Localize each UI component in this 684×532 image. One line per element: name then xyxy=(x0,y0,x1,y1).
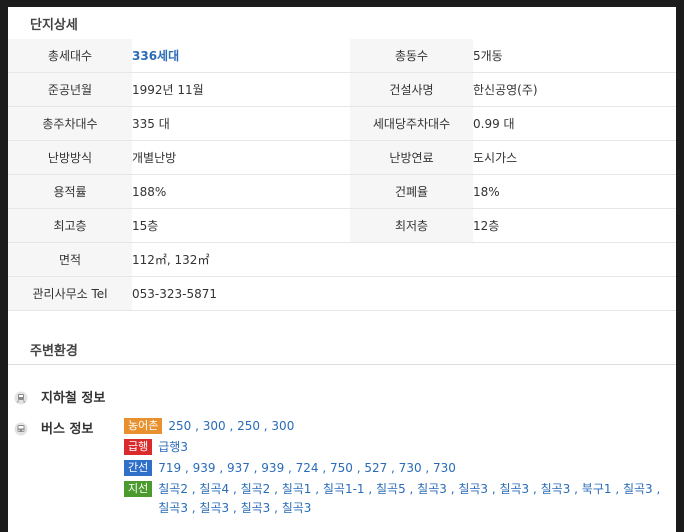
row-value: 112㎡, 132㎡ xyxy=(132,242,676,277)
row-value: 5개동 xyxy=(473,39,676,73)
bus-line-express: 급행 급행3 xyxy=(124,438,188,457)
row-label: 총주차대수 xyxy=(8,106,132,141)
office-phone-value: 053-323-5871 xyxy=(132,276,676,311)
row-label: 최저층 xyxy=(350,208,473,243)
complex-info-panel: 단지상세 총세대수 336세대 총동수 5개동 준공년월 1992년 11월 건… xyxy=(8,7,676,532)
row-value: 한신공영(주) xyxy=(473,72,676,107)
bus-line-rural: 농어촌 250 , 300 , 250 , 300 xyxy=(124,417,294,436)
complex-detail-table: 총세대수 336세대 총동수 5개동 준공년월 1992년 11월 건설사명 한… xyxy=(8,39,676,311)
row-value: 15층 xyxy=(132,208,350,243)
row-value: 188% xyxy=(132,174,350,209)
bus-line-trunk: 간선 719 , 939 , 937 , 939 , 724 , 750 , 5… xyxy=(124,459,456,478)
row-value: 개별난방 xyxy=(132,140,350,175)
subway-icon xyxy=(14,390,28,404)
divider xyxy=(8,364,676,365)
row-value: 도시가스 xyxy=(473,140,676,175)
table-row: 준공년월 1992년 11월 건설사명 한신공영(주) xyxy=(8,72,676,107)
bus-routes[interactable]: 250 , 300 , 250 , 300 xyxy=(168,417,294,436)
subway-info-label: 지하철 정보 xyxy=(41,391,106,406)
total-households-value[interactable]: 336세대 xyxy=(132,39,350,73)
table-row: 최고층 15층 최저층 12층 xyxy=(8,208,676,243)
row-value: 0.99 대 xyxy=(473,106,676,141)
row-label: 준공년월 xyxy=(8,72,132,107)
environment-section-title: 주변환경 xyxy=(30,344,78,359)
table-row: 용적률 188% 건폐율 18% xyxy=(8,174,676,209)
table-row: 관리사무소 Tel 053-323-5871 xyxy=(8,276,676,311)
bus-icon xyxy=(14,421,28,435)
table-row: 면적 112㎡, 132㎡ xyxy=(8,242,676,277)
row-label: 건설사명 xyxy=(350,72,473,107)
row-label: 총동수 xyxy=(350,39,473,73)
subway-info: 지하철 정보 xyxy=(14,387,105,406)
bus-line-branch: 지선 칠곡2 , 칠곡4 , 칠곡2 , 칠곡1 , 칠곡1-1 , 칠곡5 ,… xyxy=(124,480,664,518)
bus-type-badge: 지선 xyxy=(124,481,153,497)
row-value: 12층 xyxy=(473,208,676,243)
row-label: 난방방식 xyxy=(8,140,132,175)
row-label: 최고층 xyxy=(8,208,132,243)
row-label: 세대당주차대수 xyxy=(350,106,473,141)
table-row: 총주차대수 335 대 세대당주차대수 0.99 대 xyxy=(8,106,676,141)
row-label: 관리사무소 Tel xyxy=(8,276,132,311)
bus-info: 버스 정보 xyxy=(14,418,93,437)
row-label: 건폐율 xyxy=(350,174,473,209)
bus-type-badge: 간선 xyxy=(124,460,153,476)
row-label: 면적 xyxy=(8,242,132,277)
row-value: 335 대 xyxy=(132,106,350,141)
row-value: 1992년 11월 xyxy=(132,72,350,107)
bus-routes[interactable]: 칠곡2 , 칠곡4 , 칠곡2 , 칠곡1 , 칠곡1-1 , 칠곡5 , 칠곡… xyxy=(158,480,664,518)
row-label: 용적률 xyxy=(8,174,132,209)
row-label: 난방연료 xyxy=(350,140,473,175)
detail-section-title: 단지상세 xyxy=(30,18,78,33)
bus-routes[interactable]: 719 , 939 , 937 , 939 , 724 , 750 , 527 … xyxy=(158,459,456,478)
bus-type-badge: 농어촌 xyxy=(124,418,163,434)
bus-routes[interactable]: 급행3 xyxy=(158,438,188,457)
row-label: 총세대수 xyxy=(8,39,132,73)
bus-type-badge: 급행 xyxy=(124,439,153,455)
bus-info-label: 버스 정보 xyxy=(41,422,94,437)
table-row: 난방방식 개별난방 난방연료 도시가스 xyxy=(8,140,676,175)
row-value: 18% xyxy=(473,174,676,209)
table-row: 총세대수 336세대 총동수 5개동 xyxy=(8,39,676,73)
